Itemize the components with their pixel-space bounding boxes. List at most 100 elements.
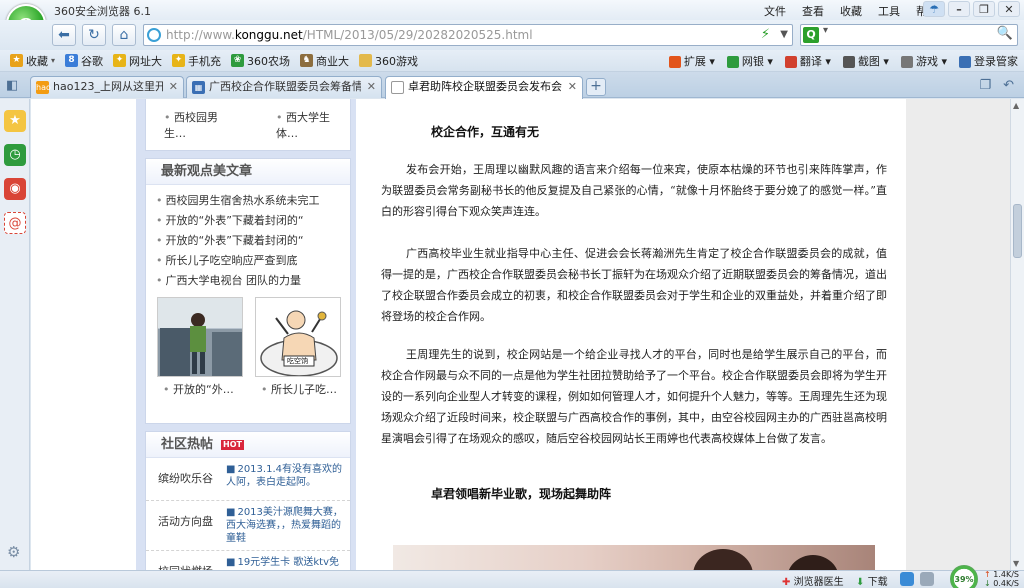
photo-caption[interactable]: • 西大学生体… [276,109,350,141]
bookmark-games-folder[interactable]: 360游戏 [359,53,418,69]
back-button[interactable]: ⬅ [52,24,76,46]
menu-tools[interactable]: 工具 [878,3,900,19]
thumbnail-card[interactable]: • 开放的“外… [157,297,243,397]
speed-mode-icon[interactable]: ⚡ [761,25,770,45]
download-button[interactable]: ⬇ 下载 [856,573,888,588]
close-tab-icon[interactable]: ✕ [169,77,178,97]
bookmark-farm[interactable]: ❀ 360农场 [231,53,290,69]
folder-icon [359,54,373,67]
browser-doctor-button[interactable]: ✚ 浏览器医生 [782,573,844,588]
download-speed-arrow-icon: ↓ [984,579,991,588]
post-category[interactable]: 缤纷吹乐谷 [146,463,224,495]
list-item[interactable]: • 开放的“外表”下藏着封闭的“ [156,231,350,251]
page-sidebar: • 西校园男生… • 西大学生体… 最新观点美文章 • 西校园男生宿舍热水系统未完… [136,99,356,570]
email-at-icon[interactable]: @ [4,212,26,234]
search-input[interactable] [835,26,985,44]
post-category[interactable]: 校园状燃场 [146,556,224,570]
gear-icon[interactable]: ⚙ [7,543,20,561]
hot-badge: HOT [221,439,244,450]
list-item[interactable]: • 西校园男生宿舍热水系统未完工 [156,191,350,211]
thumbnail-photo[interactable] [157,297,243,377]
tab-union-prep[interactable]: ▦ 广西校企合作联盟委员会筹备情况说明 ✕ [186,76,382,98]
table-row[interactable]: 活动方向盘 ■ 2013美汁源爬舞大赛，西大海选赛，，热爱舞蹈的童鞋 [146,501,350,551]
navigation-bar: ⬅ ↻ ⌂ http://www.konggu.net/HTML/2013/05… [0,20,1024,50]
opinions-panel: 最新观点美文章 • 西校园男生宿舍热水系统未完工 • 开放的“外表”下藏着封闭的“ … [145,158,351,424]
thumbnail-card[interactable]: 吃空饷 • 所长儿子吃… [255,297,341,397]
vertical-scrollbar[interactable]: ▲ ▼ [1010,99,1024,570]
menu-file[interactable]: 文件 [764,3,786,19]
bookmarks-bar: ★ 收藏 ▾ 8 谷歌 ✦ 网址大 ✦ 手机充 ❀ 360农场 ♞ 商业大 360游戏 扩展 … [0,50,1024,72]
minimize-button[interactable]: – [948,1,970,17]
favorites-sidebar-icon[interactable]: ★ [4,110,26,132]
extensions-button[interactable]: 扩展 ▾ [668,53,715,69]
search-icon[interactable]: 🔍 [997,26,1013,41]
translate-button[interactable]: 翻译 ▾ [784,53,831,69]
weibo-icon[interactable]: ◉ [4,178,26,200]
engine-dropdown-icon[interactable]: ▾ [823,25,828,36]
bookmark-favorites[interactable]: ★ 收藏 ▾ [10,53,55,69]
post-title[interactable]: ■ 2013美汁源爬舞大赛，西大海选赛，，热爱舞蹈的童鞋 [224,506,350,545]
bookmark-business[interactable]: ♞ 商业大 [300,53,349,69]
close-tab-icon[interactable]: ✕ [367,77,376,97]
list-item[interactable]: • 开放的“外表”下藏着封闭的“ [156,211,350,231]
game-button[interactable]: 游戏 ▾ [900,53,947,69]
url-prefix: http://www. [166,28,235,42]
post-category[interactable]: 活动方向盘 [146,506,224,545]
url-dropdown-icon[interactable]: ▼ [780,25,788,45]
download-arrow-icon: ⬇ [856,577,865,588]
phone-charge-icon: ✦ [172,54,186,67]
article-body: 校企合作，互通有无 发布会开始，王周理以幽默风趣的语言来介绍每一位来宾，使原本枯… [356,99,906,570]
window-controls: ☂ – ❐ ✕ [923,1,1020,17]
login-key-icon [959,56,971,68]
scroll-up-icon[interactable]: ▲ [1013,101,1019,110]
cartoon-sign-label: 吃空饷 [287,357,308,365]
screenshot-icon [842,56,855,68]
menu-view[interactable]: 查看 [802,3,824,19]
new-tab-button[interactable]: + [586,78,606,96]
login-manager-button[interactable]: 登录管家 [959,53,1018,69]
close-tab-icon[interactable]: ✕ [568,77,577,97]
opinions-list: • 西校园男生宿舍热水系统未完工 • 开放的“外表”下藏着封闭的“ • 开放的“外表”… [146,185,350,291]
restore-tabs-icon[interactable]: ❐ [979,78,991,93]
undo-close-tab-icon[interactable]: ↶ [1003,78,1014,93]
url-domain: konggu.net [234,28,303,42]
home-button[interactable]: ⌂ [112,24,136,46]
bookmark-speedlink[interactable]: ✦ 网址大 [113,53,162,69]
site-globe-icon [147,28,161,42]
photo-caption[interactable]: • 西校园男生… [164,109,238,141]
tab-list-icon[interactable]: ◧ [6,78,18,93]
ie-mode-icon[interactable] [900,572,914,586]
scroll-down-icon[interactable]: ▼ [1013,559,1019,568]
search-engine-icon[interactable]: Q [803,27,819,43]
history-clock-icon[interactable]: ◷ [4,144,26,166]
list-item[interactable]: • 广西大学电视台 团队的力量 [156,271,350,291]
thumbnail-cartoon[interactable]: 吃空饷 [255,297,341,377]
title-bar: 360安全浏览器 6.1 文件 查看 收藏 工具 帮助 ☂ – ❐ ✕ [0,0,1024,20]
refresh-button[interactable]: ↻ [82,24,106,46]
list-item[interactable]: • 所长儿子吃空晌应严查到底 [156,251,350,271]
community-panel: 社区热帖 HOT 缤纷吹乐谷 ■ 2013.1.4有没有喜欢的人阿，表白走起阿。 活… [145,431,351,570]
window-mode-icon[interactable] [920,572,934,586]
speed-gauge[interactable]: 39% [950,565,978,588]
bookmark-phone-charge[interactable]: ✦ 手机充 [172,53,221,69]
skin-icon[interactable]: ☂ [923,1,945,17]
article-paragraph: 广西高校毕业生就业指导中心主任、促进会会长蒋瀚洲先生肯定了校企合作联盟委员会的成… [381,247,887,323]
bank-button[interactable]: 网银 ▾ [726,53,773,69]
tab-hao123[interactable]: hao hao123_上网从这里开始 ✕ [30,76,184,98]
chevron-down-icon[interactable]: ▾ [51,56,55,65]
hao123-favicon-icon: hao [36,81,51,94]
screenshot-button[interactable]: 截图 ▾ [842,53,889,69]
close-button[interactable]: ✕ [998,1,1020,17]
scroll-thumb[interactable] [1013,204,1022,258]
article-photo [393,545,875,570]
bookmark-google[interactable]: 8 谷歌 [65,53,103,69]
tab-current-article[interactable]: 卓君助阵校企联盟委员会发布会-空谷 ✕ [385,76,583,99]
restore-button[interactable]: ❐ [973,1,995,17]
table-row[interactable]: 校园状燃场 ■19元学生卡 歌送ktv免 [146,551,350,570]
menu-favorites[interactable]: 收藏 [840,3,862,19]
window-title: 360安全浏览器 6.1 [54,5,151,18]
post-title[interactable]: ■ 2013.1.4有没有喜欢的人阿，表白走起阿。 [224,463,350,495]
address-bar[interactable]: http://www.konggu.net/HTML/2013/05/29/20… [143,24,793,46]
post-title[interactable]: ■ 19元学生卡 歌送ktv免 [224,556,350,570]
table-row[interactable]: 缤纷吹乐谷 ■ 2013.1.4有没有喜欢的人阿，表白走起阿。 [146,458,350,501]
